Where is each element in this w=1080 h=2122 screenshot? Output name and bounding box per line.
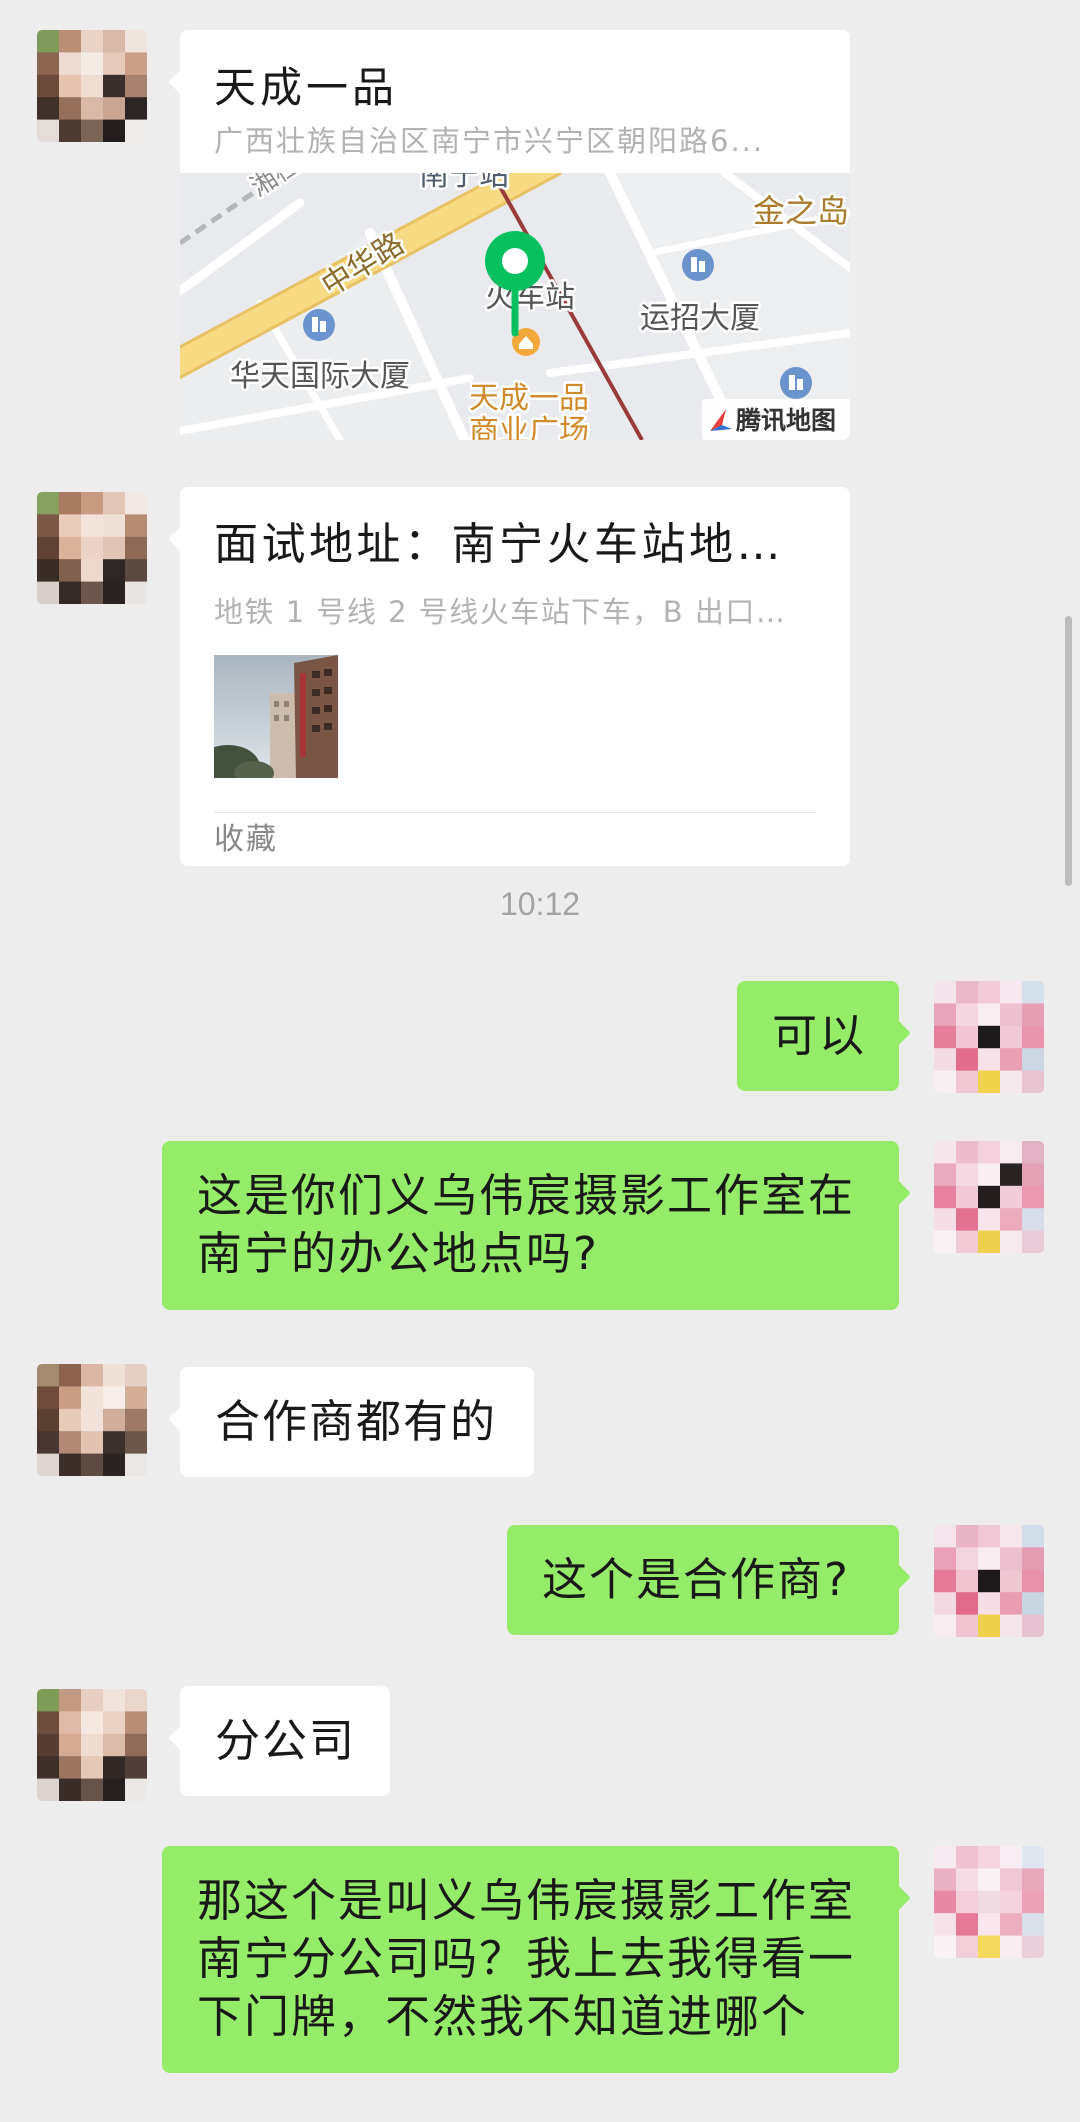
incoming-message-bubble[interactable]: 合作商都有的 (180, 1367, 534, 1477)
contact-avatar-image (37, 1364, 147, 1476)
my-avatar[interactable] (934, 1141, 1044, 1253)
map-label: 金之岛 (753, 192, 849, 230)
outgoing-message-bubble[interactable]: 那这个是叫义乌伟宸摄影工作室 南宁分公司吗？我上去我得看一 下门牌，不然我不知道… (162, 1846, 899, 2073)
favorite-card[interactable]: 面试地址：南宁火车站地… 地铁 1 号线 2 号线火车站下车，B 出口… 收藏 (180, 487, 850, 866)
scrollbar[interactable] (1065, 616, 1072, 886)
favorite-divider (214, 812, 816, 813)
map-provider-label: 腾讯地图 (736, 406, 836, 435)
my-avatar[interactable] (934, 1525, 1044, 1637)
poi-building-icon (780, 367, 812, 399)
location-card[interactable]: 天成一品 广西壮族自治区南宁市兴宁区朝阳路6... 湘桂 南宁站 金之岛 中华路… (180, 30, 850, 440)
message-text: 可以 (772, 1009, 867, 1062)
location-title: 天成一品 (214, 63, 399, 112)
my-avatar-image (934, 1846, 1044, 1958)
favorite-title: 面试地址：南宁火车站地… (214, 519, 784, 570)
map-label: 运招大厦 (640, 301, 760, 336)
message-text: 分公司 (215, 1714, 357, 1767)
incoming-message-bubble[interactable]: 分公司 (180, 1686, 390, 1796)
chat-timestamp: 10:12 (499, 886, 581, 922)
map-label: 南宁站 (419, 173, 509, 193)
message-text: 那这个是叫义乌伟宸摄影工作室 (197, 1874, 856, 1927)
tencent-map-logo: 腾讯地图 (702, 399, 850, 440)
contact-avatar-image (37, 30, 147, 142)
favorite-description: 地铁 1 号线 2 号线火车站下车，B 出口… (214, 595, 787, 629)
favorite-thumbnail (214, 655, 338, 778)
my-avatar-image (934, 1141, 1044, 1253)
map-label: 商业广场 (469, 414, 589, 440)
message-text: 南宁的办公地点吗? (197, 1227, 599, 1280)
message-text: 南宁分公司吗？我上去我得看一 (197, 1932, 856, 1985)
outgoing-message-bubble[interactable]: 这是你们义乌伟宸摄影工作室在 南宁的办公地点吗? (162, 1141, 899, 1310)
contact-avatar[interactable] (37, 492, 147, 604)
favorite-source-label: 收藏 (214, 822, 278, 857)
outgoing-message-bubble[interactable]: 可以 (737, 981, 899, 1091)
my-avatar-image (934, 1525, 1044, 1637)
contact-avatar[interactable] (37, 1364, 147, 1476)
contact-avatar[interactable] (37, 30, 147, 142)
contact-avatar-image (37, 492, 147, 604)
map-label: 天成一品 (469, 381, 589, 416)
message-text: 这个是合作商? (542, 1553, 850, 1606)
contact-avatar[interactable] (37, 1689, 147, 1801)
map-label: 华天国际大厦 (230, 359, 410, 394)
my-avatar[interactable] (934, 1846, 1044, 1958)
my-avatar[interactable] (934, 981, 1044, 1093)
location-address: 广西壮族自治区南宁市兴宁区朝阳路6... (214, 124, 765, 158)
my-avatar-image (934, 981, 1044, 1093)
poi-building-icon (682, 249, 714, 281)
outgoing-message-bubble[interactable]: 这个是合作商? (507, 1525, 899, 1635)
poi-building-icon (303, 309, 335, 341)
contact-avatar-image (37, 1689, 147, 1801)
message-text: 下门牌，不然我不知道进哪个 (197, 1990, 809, 2043)
message-text: 这是你们义乌伟宸摄影工作室在 (197, 1169, 856, 1222)
location-map: 湘桂 南宁站 金之岛 中华路 火车站 运招大厦 华天国际大厦 天成一品 商业广场… (180, 173, 850, 440)
message-text: 合作商都有的 (215, 1395, 498, 1448)
